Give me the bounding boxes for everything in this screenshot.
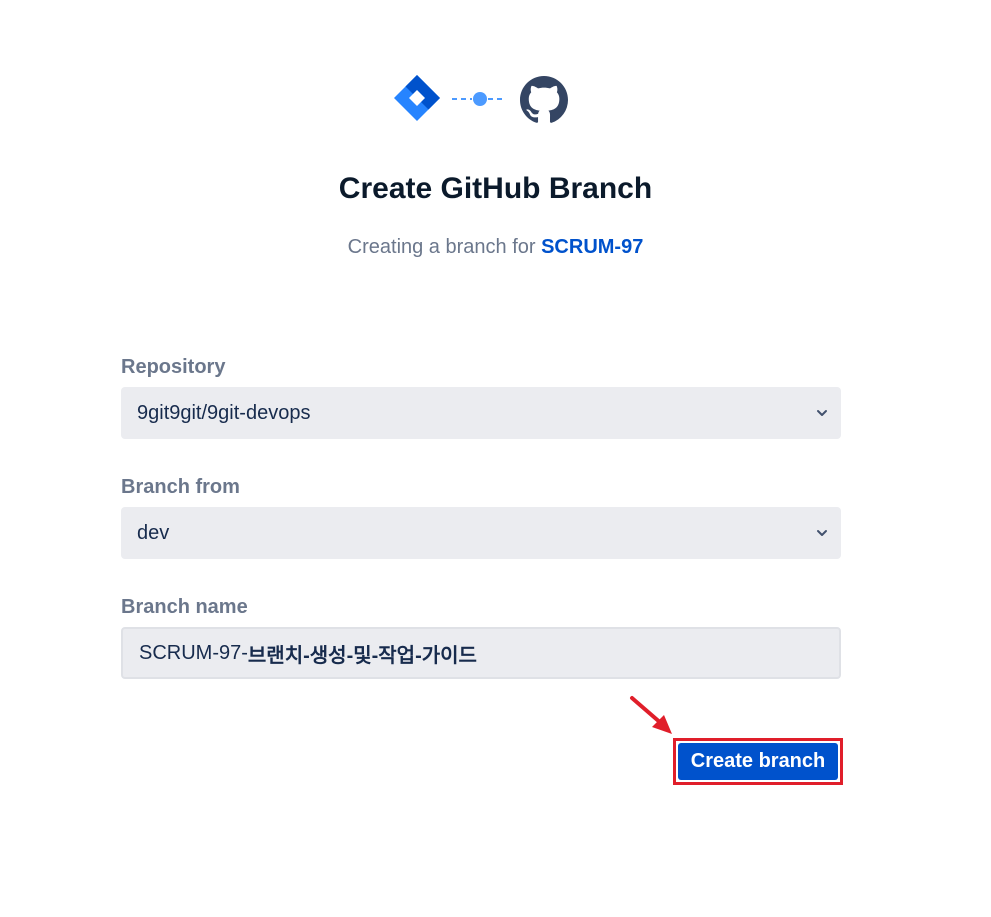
branch-name-input[interactable]: SCRUM-97- 브랜치-생성-및-작업-가이드: [121, 627, 841, 679]
branch-from-select[interactable]: dev: [121, 507, 841, 559]
repository-label: Repository: [121, 356, 226, 378]
page-subtitle: Creating a branch for SCRUM-97: [0, 236, 991, 259]
red-arrow-icon: [630, 696, 672, 734]
branch-from-value: dev: [137, 521, 170, 544]
subtitle-text: Creating a branch for: [347, 236, 542, 258]
create-branch-button[interactable]: Create branch: [678, 743, 838, 780]
repository-select[interactable]: 9git9git/9git-devops: [121, 387, 841, 439]
branch-name-label: Branch name: [121, 596, 248, 618]
branch-name-suffix: 브랜치-생성-및-작업-가이드: [247, 644, 477, 667]
chevron-down-icon: [817, 410, 827, 416]
github-logo-icon: [520, 76, 568, 123]
jira-logo-icon: [394, 75, 440, 121]
repository-value: 9git9git/9git-devops: [137, 401, 311, 424]
issue-key-link[interactable]: SCRUM-97: [541, 236, 643, 258]
connection-dots-icon: [452, 92, 506, 106]
branch-from-label: Branch from: [121, 476, 240, 498]
chevron-down-icon: [817, 530, 827, 536]
branch-name-prefix: SCRUM-97-: [139, 641, 248, 664]
page-title: Create GitHub Branch: [338, 172, 653, 205]
integration-logos: [0, 70, 991, 130]
